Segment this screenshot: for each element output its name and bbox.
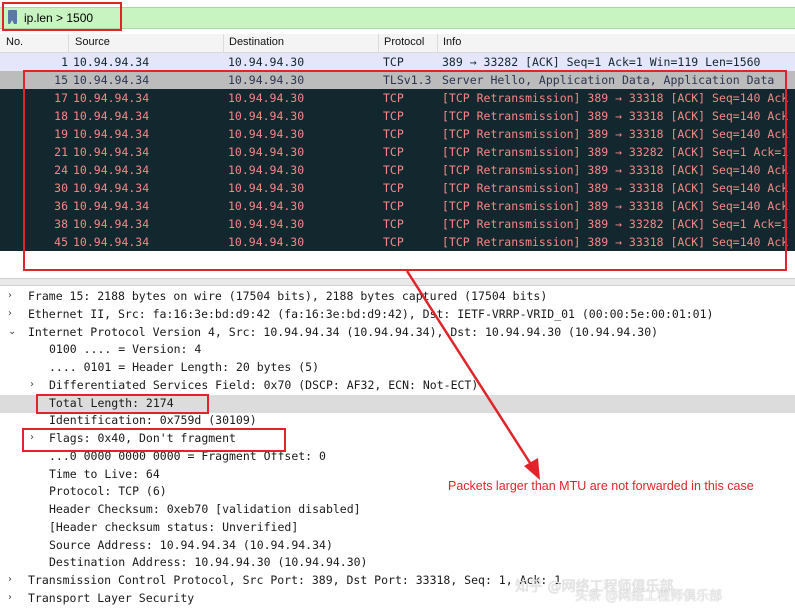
cell-destination: 10.94.94.30	[228, 55, 305, 69]
tree-item-label: Internet Protocol Version 4, Src: 10.94.…	[28, 324, 659, 339]
tree-item-label: Source Address: 10.94.94.34 (10.94.94.34…	[49, 537, 333, 552]
tree-item[interactable]: 0100 .... = Version: 4	[0, 341, 795, 359]
tree-item-label: Ethernet II, Src: fa:16:3e:bd:d9:42 (fa:…	[28, 306, 714, 321]
tree-item-label: Transmission Control Protocol, Src Port:…	[28, 573, 562, 587]
total-length-highlight-box	[36, 394, 209, 414]
cell-no: 1	[61, 55, 68, 69]
tree-item[interactable]: › Frame 15: 2188 bytes on wire (17504 bit…	[0, 288, 795, 306]
tree-item[interactable]: ⌄ Internet Protocol Version 4, Src: 10.94…	[0, 324, 795, 342]
column-header-no[interactable]: No.	[6, 36, 23, 48]
chevron-down-icon[interactable]: ⌄	[8, 326, 18, 337]
tree-item-label: Destination Address: 10.94.94.30 (10.94.…	[49, 555, 368, 570]
pane-splitter[interactable]	[0, 278, 795, 286]
chevron-right-icon[interactable]: ›	[8, 592, 18, 603]
chevron-right-icon[interactable]: ›	[8, 290, 18, 301]
tree-item[interactable]: Header Checksum: 0xeb70 [validation disa…	[0, 501, 795, 519]
packets-highlight-box	[23, 70, 787, 271]
tree-item-label: Time to Live: 64	[49, 466, 160, 481]
packet-list-header: No. Source Destination Protocol Info	[0, 34, 795, 53]
tree-item-label: Header Checksum: 0xeb70 [validation disa…	[49, 502, 361, 516]
column-header-protocol[interactable]: Protocol	[384, 36, 424, 48]
tree-item[interactable]: › Ethernet II, Src: fa:16:3e:bd:d9:42 (fa…	[0, 306, 795, 324]
tree-item-label: Transport Layer Security	[28, 590, 195, 605]
tree-item-label: [Header checksum status: Unverified]	[49, 519, 299, 534]
chevron-right-icon[interactable]: ›	[8, 574, 18, 585]
tree-item-label: Frame 15: 2188 bytes on wire (17504 bits…	[28, 289, 548, 303]
tree-item-label: .... 0101 = Header Length: 20 bytes (5)	[49, 360, 320, 374]
annotation-text: Packets larger than MTU are not forwarde…	[448, 479, 754, 493]
filter-highlight-box	[2, 2, 122, 31]
tree-item[interactable]: Destination Address: 10.94.94.30 (10.94.…	[0, 554, 795, 572]
chevron-right-icon[interactable]: ›	[30, 379, 40, 390]
table-row[interactable]: 1 10.94.94.34 10.94.94.30 TCP 389 → 33282 [A…	[0, 53, 795, 71]
tree-item-label: Identification: 0x759d (30109)	[49, 413, 257, 428]
flags-highlight-box	[22, 428, 286, 452]
cell-info: 389 → 33282 [ACK] Seq=1 Ack=1 Win=119 Le…	[442, 55, 761, 69]
tree-item-label: 0100 .... = Version: 4	[49, 342, 202, 357]
tree-item[interactable]: .... 0101 = Header Length: 20 bytes (5)	[0, 359, 795, 377]
tree-item-label: Differentiated Services Field: 0x70 (DSC…	[49, 377, 479, 392]
cell-source: 10.94.94.34	[73, 55, 150, 69]
tree-item-label: Protocol: TCP (6)	[49, 484, 167, 499]
column-header-destination[interactable]: Destination	[229, 36, 284, 48]
column-header-source[interactable]: Source	[75, 36, 110, 48]
tree-item[interactable]: › Differentiated Services Field: 0x70 (DS…	[0, 377, 795, 395]
tree-item[interactable]: Source Address: 10.94.94.34 (10.94.94.34…	[0, 537, 795, 555]
column-header-info[interactable]: Info	[443, 36, 461, 48]
cell-protocol: TCP	[383, 55, 404, 69]
tree-item[interactable]: [Header checksum status: Unverified]	[0, 519, 795, 537]
chevron-right-icon[interactable]: ›	[8, 308, 18, 319]
watermark-toutiao: 头条 @网络工程师俱乐部	[575, 589, 723, 604]
